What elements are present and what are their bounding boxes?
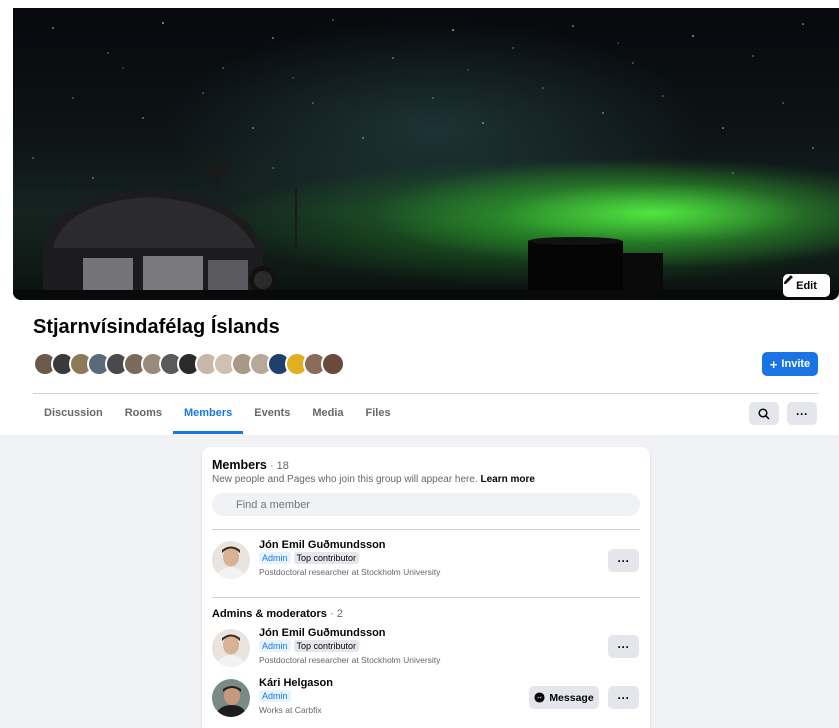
group-header: Edit Stjarnvísindafélag Íslands + Invite… (0, 0, 839, 435)
admins-heading: Admins & moderators · 2 (212, 608, 343, 620)
avatar[interactable] (212, 629, 250, 667)
member-more-button[interactable]: ··· (608, 549, 639, 572)
cover-photo: Edit (13, 8, 839, 300)
group-tabs: Discussion Rooms Members Events Media Fi… (33, 396, 402, 434)
section-divider (212, 529, 640, 530)
more-icon: ··· (617, 553, 630, 568)
member-badges: Admin Top contributor (259, 640, 360, 652)
admin-row[interactable]: Jón Emil Guðmundsson Admin Top contribut… (212, 627, 640, 671)
message-button[interactable]: Message (529, 686, 599, 709)
pencil-icon (783, 275, 793, 285)
tab-events[interactable]: Events (243, 396, 301, 434)
member-name[interactable]: Kári Helgason (259, 677, 333, 689)
member-description: Works at Carbfix (259, 705, 322, 715)
find-member-input[interactable] (212, 493, 640, 516)
member-row[interactable]: Jón Emil Guðmundsson Admin Top contribut… (212, 539, 640, 583)
edit-cover-button[interactable]: Edit (783, 274, 830, 297)
invite-label: Invite (781, 358, 811, 370)
member-description: Postdoctoral researcher at Stockholm Uni… (259, 655, 441, 665)
more-icon: ··· (617, 690, 630, 705)
member-badges: Admin (259, 690, 291, 702)
invite-button[interactable]: + Invite (762, 352, 818, 376)
member-more-button[interactable]: ··· (608, 686, 639, 709)
tab-media[interactable]: Media (301, 396, 354, 434)
member-badges: Admin Top contributor (259, 552, 360, 564)
member-avatar[interactable] (321, 352, 345, 376)
group-more-button[interactable]: ··· (787, 402, 817, 425)
members-count: · 18 (266, 460, 289, 472)
member-name[interactable]: Jón Emil Guðmundsson (259, 539, 386, 551)
top-contributor-badge: Top contributor (293, 552, 360, 564)
section-divider (212, 597, 640, 598)
top-contributor-badge: Top contributor (293, 640, 360, 652)
tab-rooms[interactable]: Rooms (114, 396, 173, 434)
member-more-button[interactable]: ··· (608, 635, 639, 658)
learn-more-link[interactable]: Learn more (481, 474, 535, 485)
members-card: Members · 18 New people and Pages who jo… (202, 447, 650, 728)
members-subtitle: New people and Pages who join this group… (212, 474, 535, 485)
member-name[interactable]: Jón Emil Guðmundsson (259, 627, 386, 639)
group-title[interactable]: Stjarnvísindafélag Íslands (33, 316, 280, 339)
edit-cover-label: Edit (796, 279, 817, 292)
messenger-icon (534, 692, 545, 703)
members-heading: Members · 18 (212, 458, 289, 472)
search-icon (758, 407, 770, 420)
admins-count: · 2 (326, 608, 343, 620)
group-search-button[interactable] (749, 402, 779, 425)
avatar[interactable] (212, 541, 250, 579)
more-icon: ··· (617, 639, 630, 654)
admin-badge: Admin (259, 640, 291, 652)
avatar[interactable] (212, 679, 250, 717)
admin-badge: Admin (259, 552, 291, 564)
tab-files[interactable]: Files (355, 396, 402, 434)
admin-badge: Admin (259, 690, 291, 702)
member-avatar-stack[interactable] (33, 352, 345, 376)
tab-discussion[interactable]: Discussion (33, 396, 114, 434)
more-icon: ··· (796, 406, 808, 421)
plus-icon: + (769, 356, 778, 372)
header-divider (33, 393, 818, 394)
member-description: Postdoctoral researcher at Stockholm Uni… (259, 567, 441, 577)
cover-scene-illustration (13, 19, 839, 300)
message-label: Message (549, 691, 594, 704)
tab-members[interactable]: Members (172, 396, 244, 434)
admin-row[interactable]: Kári Helgason Admin Works at Carbfix Mes… (212, 677, 640, 721)
